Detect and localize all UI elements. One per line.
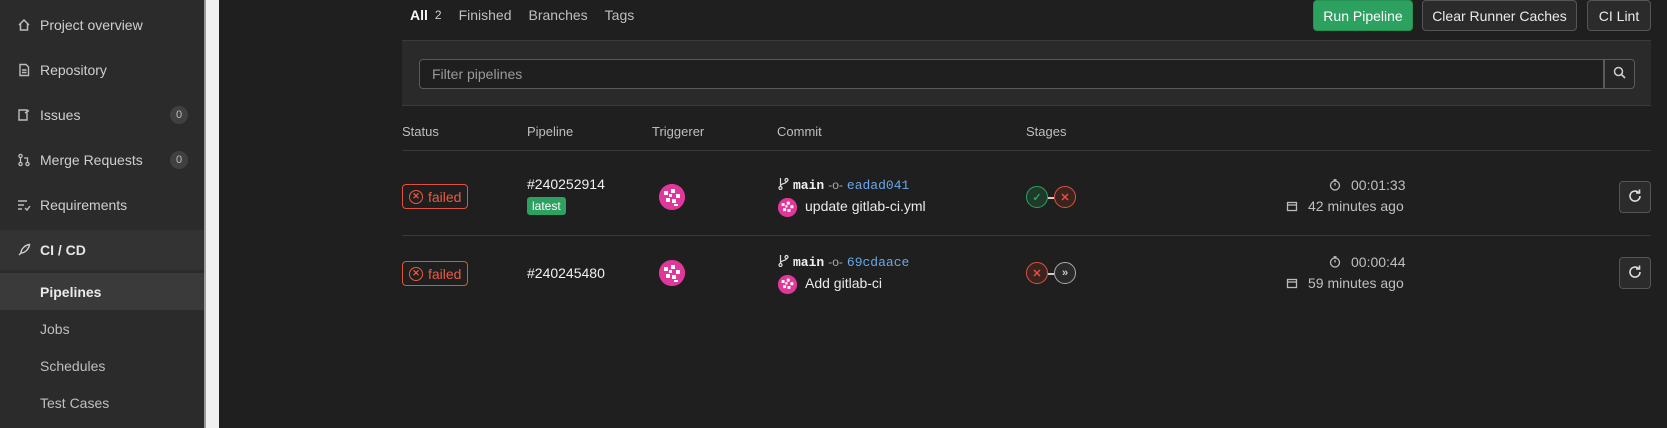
branch-icon xyxy=(778,254,789,270)
pipeline-duration: 00:01:33 xyxy=(1329,177,1406,193)
home-icon xyxy=(16,17,32,33)
sidebar-subitem-pipelines[interactable]: Pipelines xyxy=(0,273,204,310)
sidebar-subitem-label: Schedules xyxy=(40,357,106,374)
filter-search-button[interactable] xyxy=(1604,59,1635,89)
latest-badge: latest xyxy=(527,197,566,215)
sidebar-item-label: Project overview xyxy=(40,17,143,33)
sidebar: Project overview Repository Issues 0 Mer… xyxy=(0,0,204,428)
branch-name-link[interactable]: main xyxy=(793,255,824,270)
commit-message-link[interactable]: update gitlab-ci.yml xyxy=(805,198,926,214)
commit-icon: -o- xyxy=(828,178,843,192)
commit-author-avatar[interactable] xyxy=(778,198,797,217)
filter-pipelines-input[interactable] xyxy=(419,59,1604,89)
run-pipeline-button[interactable]: Run Pipeline xyxy=(1313,0,1413,31)
row-divider xyxy=(402,235,1651,236)
tab-branches[interactable]: Branches xyxy=(529,7,588,23)
pipeline-id-link[interactable]: #240252914 xyxy=(527,176,605,192)
stage-failed-icon[interactable]: ✕ xyxy=(1026,262,1048,284)
tab-count: 2 xyxy=(434,8,442,22)
retry-pipeline-button[interactable] xyxy=(1619,181,1651,213)
pipeline-finished-time: 42 minutes ago xyxy=(1286,198,1404,214)
calendar-icon xyxy=(1286,277,1298,289)
sidebar-item-label: Merge Requests xyxy=(40,152,143,168)
sidebar-item-project-overview[interactable]: Project overview xyxy=(0,5,204,45)
tab-label: All xyxy=(410,7,428,23)
sidebar-item-issues[interactable]: Issues 0 xyxy=(0,95,204,135)
sidebar-item-label: Requirements xyxy=(40,197,128,213)
triggerer-avatar[interactable] xyxy=(659,184,685,210)
status-badge[interactable]: ✕ failed xyxy=(402,184,469,209)
column-header-triggerer: Triggerer xyxy=(652,124,705,139)
finished-time-text: 42 minutes ago xyxy=(1308,198,1404,214)
requirements-icon xyxy=(16,197,32,213)
sidebar-subitem-jobs[interactable]: Jobs xyxy=(0,310,204,347)
issues-count-badge: 0 xyxy=(170,106,188,124)
calendar-icon xyxy=(1286,200,1298,212)
commit-message-link[interactable]: Add gitlab-ci xyxy=(805,275,882,291)
pipeline-finished-time: 59 minutes ago xyxy=(1286,275,1404,291)
retry-pipeline-button[interactable] xyxy=(1619,257,1651,289)
status-badge[interactable]: ✕ failed xyxy=(402,261,469,286)
sidebar-subitem-test-cases[interactable]: Test Cases xyxy=(0,384,204,421)
rocket-icon xyxy=(16,242,32,258)
commit-sha-link[interactable]: 69cdaace xyxy=(847,255,909,270)
sidebar-item-label: CI / CD xyxy=(40,242,86,258)
issues-icon xyxy=(16,107,32,123)
duration-text: 00:01:33 xyxy=(1351,177,1406,193)
sidebar-item-repository[interactable]: Repository xyxy=(0,50,204,90)
tab-tags[interactable]: Tags xyxy=(605,7,635,23)
column-header-pipeline: Pipeline xyxy=(527,124,574,139)
sidebar-subitem-label: Pipelines xyxy=(40,283,102,300)
merge-request-icon xyxy=(16,152,32,168)
retry-icon xyxy=(1627,188,1643,207)
stage-failed-icon[interactable]: ✕ xyxy=(1054,186,1076,208)
sidebar-subitem-label: Test Cases xyxy=(40,394,110,411)
ci-lint-button[interactable]: CI Lint xyxy=(1587,0,1651,31)
finished-time-text: 59 minutes ago xyxy=(1308,275,1404,291)
search-icon xyxy=(1613,66,1626,82)
timer-icon xyxy=(1329,256,1341,268)
commit-ref: main -o- eadad041 xyxy=(778,177,909,193)
column-header-stages: Stages xyxy=(1026,124,1067,139)
sidebar-item-ci-cd[interactable]: CI / CD xyxy=(0,230,204,270)
stage-passed-icon[interactable]: ✓ xyxy=(1026,186,1048,208)
timer-icon xyxy=(1329,179,1341,191)
sidebar-item-label: Issues xyxy=(40,107,81,123)
branch-name-link[interactable]: main xyxy=(793,178,824,193)
sidebar-item-requirements[interactable]: Requirements xyxy=(0,185,204,225)
table-header-divider xyxy=(402,150,1651,151)
sidebar-subitem-label: Jobs xyxy=(40,320,70,337)
duration-text: 00:00:44 xyxy=(1351,254,1406,270)
stage-skipped-icon[interactable]: » xyxy=(1054,262,1076,284)
commit-author-avatar[interactable] xyxy=(778,275,797,294)
tab-all[interactable]: All 2 xyxy=(410,7,442,23)
triggerer-avatar[interactable] xyxy=(659,260,685,286)
pipeline-duration: 00:00:44 xyxy=(1329,254,1406,270)
commit-sha-link[interactable]: eadad041 xyxy=(847,178,909,193)
branch-icon xyxy=(778,177,789,193)
column-header-status: Status xyxy=(402,124,439,139)
filter-bar xyxy=(402,40,1651,106)
pipeline-tabs: All 2 Finished Branches Tags xyxy=(410,0,651,30)
failed-icon: ✕ xyxy=(409,266,423,281)
sidebar-item-label: Repository xyxy=(40,62,107,78)
retry-icon xyxy=(1627,264,1643,283)
sidebar-subitem-schedules[interactable]: Schedules xyxy=(0,347,204,384)
status-label: failed xyxy=(428,265,462,282)
doc-icon xyxy=(16,62,32,78)
sidebar-resize-handle[interactable] xyxy=(204,0,219,428)
merge-requests-count-badge: 0 xyxy=(170,151,188,169)
tab-finished[interactable]: Finished xyxy=(459,7,512,23)
pipeline-id-link[interactable]: #240245480 xyxy=(527,265,605,281)
clear-runner-caches-button[interactable]: Clear Runner Caches xyxy=(1422,0,1577,31)
failed-icon: ✕ xyxy=(409,189,423,204)
status-label: failed xyxy=(428,188,462,205)
commit-icon: -o- xyxy=(828,255,843,269)
sidebar-item-merge-requests[interactable]: Merge Requests 0 xyxy=(0,140,204,180)
column-header-commit: Commit xyxy=(777,124,822,139)
commit-ref: main -o- 69cdaace xyxy=(778,254,909,270)
